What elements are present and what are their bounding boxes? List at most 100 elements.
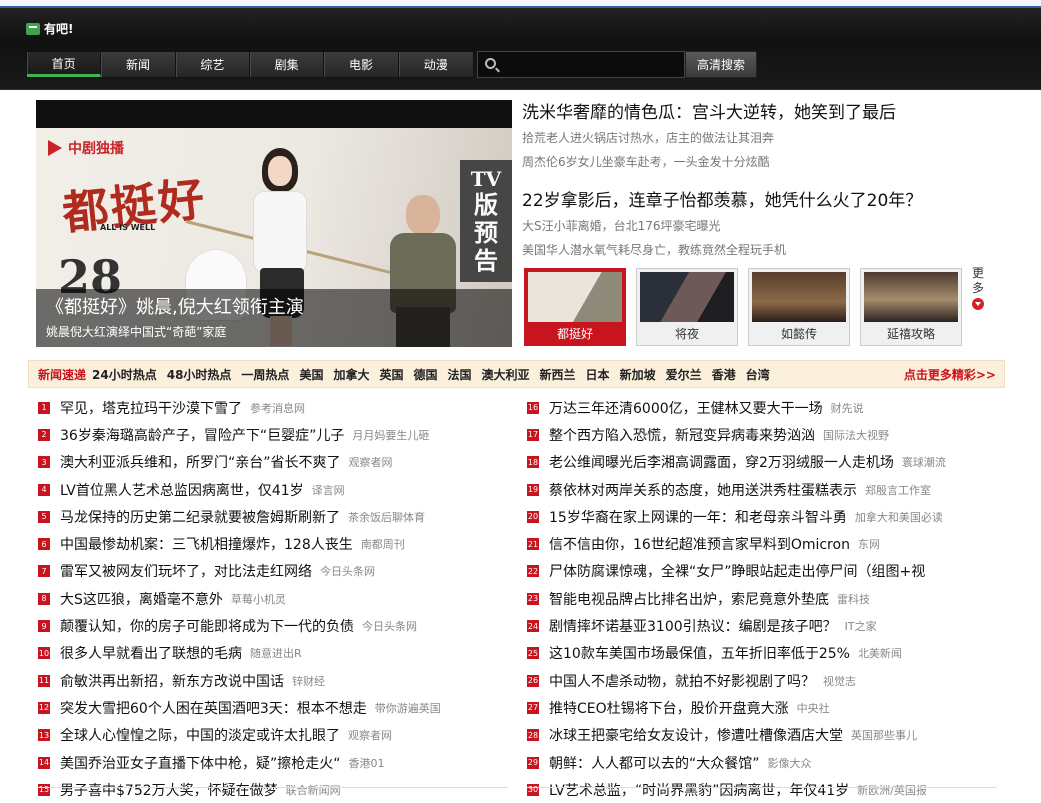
news-source: 联合新闻网 <box>285 783 341 797</box>
news-item[interactable]: 27 推特CEO杜锡将下台，股价开盘竟大涨 中央社 <box>527 694 997 721</box>
thumb-dutinghao[interactable]: 都挺好 <box>524 268 626 346</box>
news-title-link[interactable]: 智能电视品牌占比排名出炉，索尼竟意外垫底 <box>549 589 829 609</box>
thumb-jiangye[interactable]: 将夜 <box>636 268 738 346</box>
news-title-link[interactable]: LV首位黑人艺术总监因病离世，仅41岁 <box>60 480 304 500</box>
news-item[interactable]: 28 冰球王把豪宅给女友设计，惨遭吐槽像酒店大堂 英国那些事儿 <box>527 722 997 749</box>
news-title-link[interactable]: 36岁秦海璐高龄产子，冒险产下“巨婴症”儿子 <box>60 425 344 445</box>
news-title-link[interactable]: 冰球王把豪宅给女友设计，惨遭吐槽像酒店大堂 <box>549 725 843 745</box>
news-title-link[interactable]: 颠覆认知，你的房子可能即将成为下一代的负债 <box>60 616 354 636</box>
hero-banner[interactable]: 中剧独播 都挺好 ALL IS WELL 28 TV 版 预 告 《都挺好》姚晨… <box>36 100 512 347</box>
search-button[interactable]: 高清搜索 <box>685 51 757 78</box>
more-news-link[interactable]: 点击更多精彩>> <box>904 366 996 383</box>
nav-movies[interactable]: 电影 <box>324 52 399 77</box>
news-title-link[interactable]: 很多人早就看出了联想的毛病 <box>60 643 242 663</box>
thumb-ruyizhuan[interactable]: 如懿传 <box>748 268 850 346</box>
news-item[interactable]: 18 老公维闻曝光后李湘高调露面，穿2万羽绒服一人走机场 寰球潮流 <box>527 449 997 476</box>
news-item[interactable]: 6 中国最惨劫机案：三飞机相撞爆炸，128人丧生 南都周刊 <box>38 530 508 557</box>
nav-anime[interactable]: 动漫 <box>399 52 473 77</box>
news-item[interactable]: 30 LV艺术总监，“时尚界黑豹”因病离世，年仅41岁 新欧洲/英国报 <box>527 776 997 803</box>
news-item[interactable]: 25 这10款车美国市场最保值，五年折旧率低于25% 北美新闻 <box>527 640 997 667</box>
subheadline-link[interactable]: 拾荒老人进火锅店讨热水，店主的做法让其泪奔 <box>522 126 1002 150</box>
news-title-link[interactable]: 15岁华裔在家上网课的一年：和老母亲斗智斗勇 <box>549 507 847 527</box>
news-item[interactable]: 11 俞敏洪再出新招，新东方改说中国话 锌财经 <box>38 667 508 694</box>
headline-link[interactable]: 22岁拿影后，连章子怡都羡慕，她凭什么火了20年？ <box>522 188 1002 214</box>
news-item[interactable]: 16 万达三年还清6000亿，王健林又要大干一场 财先说 <box>527 394 997 421</box>
tab-ireland[interactable]: 爱尔兰 <box>666 366 702 383</box>
news-title-link[interactable]: 朝鲜：人人都可以去的“大众餐馆” <box>549 753 760 773</box>
news-item[interactable]: 19 蔡依林对两岸关系的态度，她用送洪秀柱蛋糕表示 郑殷言工作室 <box>527 476 997 503</box>
news-title-link[interactable]: 大S这匹狼，离婚毫不意外 <box>60 589 223 609</box>
news-title-link[interactable]: 剧情摔坏诺基亚3100引热议：编剧是孩子吧？ <box>549 616 837 636</box>
tab-france[interactable]: 法国 <box>448 366 472 383</box>
news-item[interactable]: 14 美国乔治亚女子直播下体中枪，疑”擦枪走火“ 香港01 <box>38 749 508 776</box>
tab-japan[interactable]: 日本 <box>586 366 610 383</box>
hero-title[interactable]: 《都挺好》姚晨,倪大红领衔主演 <box>46 293 304 319</box>
news-item[interactable]: 21 信不信由你，16世纪超准预言家早料到Omicron 东网 <box>527 530 997 557</box>
news-title-link[interactable]: 尸体防腐课惊魂，全裸“女尸”睁眼站起走出停尸间（组图+视 <box>549 561 925 581</box>
news-item[interactable]: 29 朝鲜：人人都可以去的“大众餐馆” 影像大众 <box>527 749 997 776</box>
news-item[interactable]: 8 大S这匹狼，离婚毫不意外 草莓小机灵 <box>38 585 508 612</box>
news-title-link[interactable]: 信不信由你，16世纪超准预言家早料到Omicron <box>549 534 850 554</box>
news-item[interactable]: 7 雷军又被网友们玩坏了，对比法走红网络 今日头条网 <box>38 558 508 585</box>
tab-germany[interactable]: 德国 <box>413 366 437 383</box>
thumb-yanxigonglue[interactable]: 延禧攻略 <box>860 268 962 346</box>
tab-newzealand[interactable]: 新西兰 <box>540 366 576 383</box>
news-title-link[interactable]: LV艺术总监，“时尚界黑豹”因病离世，年仅41岁 <box>549 780 849 800</box>
news-title-link[interactable]: 雷军又被网友们玩坏了，对比法走红网络 <box>60 561 312 581</box>
news-title-link[interactable]: 美国乔治亚女子直播下体中枪，疑”擦枪走火“ <box>60 753 341 773</box>
more-button[interactable]: 更多 <box>970 266 986 310</box>
news-item[interactable]: 1 罕见，塔克拉玛干沙漠下雪了 参考消息网 <box>38 394 508 421</box>
tab-australia[interactable]: 澳大利亚 <box>482 366 530 383</box>
news-title-link[interactable]: 万达三年还清6000亿，王健林又要大干一场 <box>549 398 823 418</box>
nav-variety[interactable]: 综艺 <box>176 52 250 77</box>
tab-week[interactable]: 一周热点 <box>241 366 289 383</box>
site-logo[interactable]: 有吧! <box>26 20 73 37</box>
news-item[interactable]: 5 马龙保持的历史第二纪录就要被詹姆斯刷新了 茶余饭后聊体育 <box>38 503 508 530</box>
news-title-link[interactable]: 全球人心惶惶之际，中国的淡定或许太扎眼了 <box>60 725 340 745</box>
news-title-link[interactable]: 中国人不虐杀动物，就拍不好影视剧了吗？ <box>549 671 815 691</box>
news-title-link[interactable]: 马龙保持的历史第二纪录就要被詹姆斯刷新了 <box>60 507 340 527</box>
news-title-link[interactable]: 罕见，塔克拉玛干沙漠下雪了 <box>60 398 242 418</box>
news-item[interactable]: 3 澳大利亚派兵维和，所罗门“亲台”省长不爽了 观察者网 <box>38 449 508 476</box>
news-item[interactable]: 23 智能电视品牌占比排名出炉，索尼竟意外垫底 雷科技 <box>527 585 997 612</box>
news-title-link[interactable]: 男子喜中$752万大奖，怀疑在做梦 <box>60 780 278 800</box>
news-item[interactable]: 10 很多人早就看出了联想的毛病 随意进出R <box>38 640 508 667</box>
tab-news-express[interactable]: 新闻速递 <box>38 366 86 383</box>
nav-news[interactable]: 新闻 <box>101 52 176 77</box>
subheadline-link[interactable]: 美国华人潜水氧气耗尽身亡，教练竟然全程玩手机 <box>522 238 1002 262</box>
news-item[interactable]: 2 36岁秦海璐高龄产子，冒险产下“巨婴症”儿子 月月妈要生儿砸 <box>38 421 508 448</box>
news-title-link[interactable]: 俞敏洪再出新招，新东方改说中国话 <box>60 671 284 691</box>
subheadline-link[interactable]: 大S汪小菲离婚，台北176坪豪宅曝光 <box>522 214 1002 238</box>
news-item[interactable]: 12 突发大雪把60个人困在英国酒吧3天：根本不想走 带你游遍英国 <box>38 694 508 721</box>
tab-24h[interactable]: 24小时热点 <box>92 366 157 383</box>
nav-home[interactable]: 首页 <box>27 52 102 77</box>
tab-48h[interactable]: 48小时热点 <box>167 366 232 383</box>
news-item[interactable]: 9 颠覆认知，你的房子可能即将成为下一代的负债 今日头条网 <box>38 612 508 639</box>
subheadline-link[interactable]: 周杰伦6岁女儿坐豪车赴考，一头金发十分炫酷 <box>522 150 1002 174</box>
news-item[interactable]: 22 尸体防腐课惊魂，全裸“女尸”睁眼站起走出停尸间（组图+视 <box>527 558 997 585</box>
news-item[interactable]: 20 15岁华裔在家上网课的一年：和老母亲斗智斗勇 加拿大和美国必读 <box>527 503 997 530</box>
news-item[interactable]: 4 LV首位黑人艺术总监因病离世，仅41岁 译言网 <box>38 476 508 503</box>
news-item[interactable]: 26 中国人不虐杀动物，就拍不好影视剧了吗？ 视觉志 <box>527 667 997 694</box>
news-title-link[interactable]: 这10款车美国市场最保值，五年折旧率低于25% <box>549 643 850 663</box>
tab-usa[interactable]: 美国 <box>299 366 323 383</box>
tab-hongkong[interactable]: 香港 <box>712 366 736 383</box>
news-title-link[interactable]: 澳大利亚派兵维和，所罗门“亲台”省长不爽了 <box>60 452 341 472</box>
tab-taiwan[interactable]: 台湾 <box>746 366 770 383</box>
news-title-link[interactable]: 老公维闻曝光后李湘高调露面，穿2万羽绒服一人走机场 <box>549 452 894 472</box>
tab-uk[interactable]: 英国 <box>379 366 403 383</box>
news-item[interactable]: 17 整个西方陷入恐慌，新冠变异病毒来势汹汹 国际法大视野 <box>527 421 997 448</box>
news-item[interactable]: 13 全球人心惶惶之际，中国的淡定或许太扎眼了 观察者网 <box>38 722 508 749</box>
tab-singapore[interactable]: 新加坡 <box>620 366 656 383</box>
headline-link[interactable]: 洗米华奢靡的情色瓜：宫斗大逆转，她笑到了最后 <box>522 100 1002 126</box>
news-item[interactable]: 15 男子喜中$752万大奖，怀疑在做梦 联合新闻网 <box>38 776 508 803</box>
news-title-link[interactable]: 整个西方陷入恐慌，新冠变异病毒来势汹汹 <box>549 425 815 445</box>
nav-series[interactable]: 剧集 <box>250 52 325 77</box>
news-title-link[interactable]: 推特CEO杜锡将下台，股价开盘竟大涨 <box>549 698 789 718</box>
search-input[interactable] <box>477 51 685 78</box>
news-title-link[interactable]: 突发大雪把60个人困在英国酒吧3天：根本不想走 <box>60 698 367 718</box>
news-title-link[interactable]: 中国最惨劫机案：三飞机相撞爆炸，128人丧生 <box>60 534 353 554</box>
tab-canada[interactable]: 加拿大 <box>333 366 369 383</box>
news-item[interactable]: 24 剧情摔坏诺基亚3100引热议：编剧是孩子吧？ IT之家 <box>527 612 997 639</box>
news-title-link[interactable]: 蔡依林对两岸关系的态度，她用送洪秀柱蛋糕表示 <box>549 480 857 500</box>
